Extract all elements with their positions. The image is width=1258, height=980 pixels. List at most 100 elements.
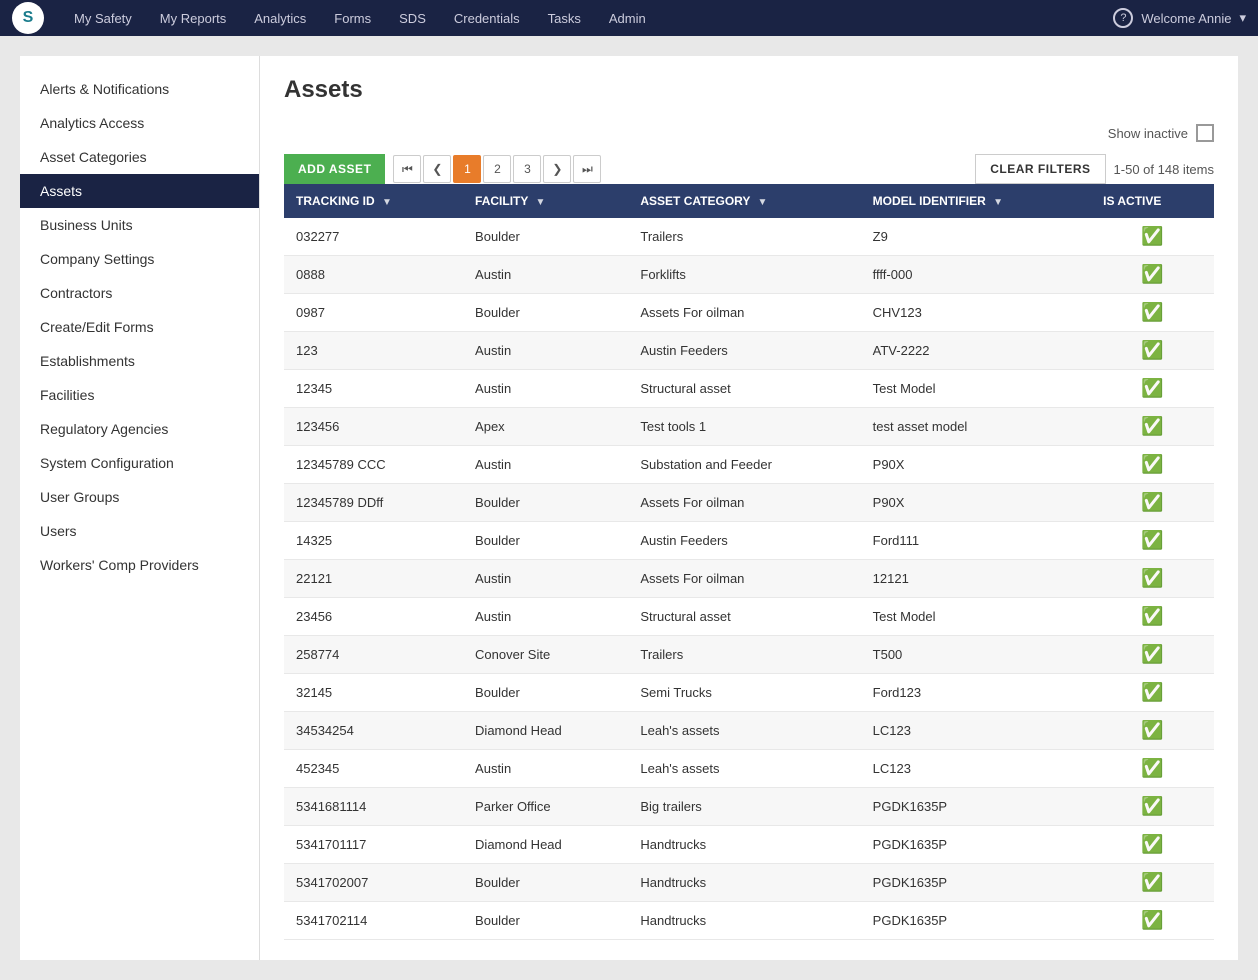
table-row[interactable]: 5341681114 Parker Office Big trailers PG… <box>284 788 1214 826</box>
facility-col-header[interactable]: FACILITY ▼ <box>463 184 628 218</box>
tracking-id-cell: 12345789 DDff <box>284 484 463 522</box>
page-button-3[interactable]: 3 <box>513 155 541 183</box>
page-button-2[interactable]: 2 <box>483 155 511 183</box>
facility-cell: Boulder <box>463 864 628 902</box>
page-title: Assets <box>284 76 1214 104</box>
table-row[interactable]: 258774 Conover Site Trailers T500 ✅ <box>284 636 1214 674</box>
active-check-icon: ✅ <box>1103 910 1202 931</box>
sidebar-item-user-groups[interactable]: User Groups <box>20 480 259 514</box>
is-active-col-header[interactable]: IS ACTIVE <box>1091 184 1214 218</box>
model-identifier-col-header[interactable]: MODEL IDENTIFIER ▼ <box>861 184 1092 218</box>
nav-link-credentials[interactable]: Credentials <box>440 0 534 36</box>
facility-cell: Boulder <box>463 218 628 256</box>
asset-category-cell: Handtrucks <box>628 902 860 940</box>
tracking-id-col-header[interactable]: TRACKING ID ▼ <box>284 184 463 218</box>
model-identifier-filter-icon[interactable]: ▼ <box>993 197 1003 208</box>
last-page-button[interactable]: ⏭ <box>573 155 601 183</box>
table-row[interactable]: 0987 Boulder Assets For oilman CHV123 ✅ <box>284 294 1214 332</box>
clear-filters-button[interactable]: CLEAR FILTERS <box>975 154 1105 184</box>
sidebar-item-users[interactable]: Users <box>20 514 259 548</box>
table-row[interactable]: 123 Austin Austin Feeders ATV-2222 ✅ <box>284 332 1214 370</box>
sidebar-item-company-settings[interactable]: Company Settings <box>20 242 259 276</box>
model-identifier-cell: 12121 <box>861 560 1092 598</box>
facility-cell: Apex <box>463 408 628 446</box>
facility-cell: Parker Office <box>463 788 628 826</box>
table-row[interactable]: 32145 Boulder Semi Trucks Ford123 ✅ <box>284 674 1214 712</box>
model-identifier-cell: Ford111 <box>861 522 1092 560</box>
sidebar-item-establishments[interactable]: Establishments <box>20 344 259 378</box>
asset-category-cell: Handtrucks <box>628 826 860 864</box>
table-row[interactable]: 123456 Apex Test tools 1 test asset mode… <box>284 408 1214 446</box>
next-page-button[interactable]: ❯ <box>543 155 571 183</box>
table-row[interactable]: 12345789 CCC Austin Substation and Feede… <box>284 446 1214 484</box>
active-check-icon: ✅ <box>1103 568 1202 589</box>
table-row[interactable]: 23456 Austin Structural asset Test Model… <box>284 598 1214 636</box>
table-row[interactable]: 12345789 DDff Boulder Assets For oilman … <box>284 484 1214 522</box>
main-container: Alerts & NotificationsAnalytics AccessAs… <box>0 36 1258 980</box>
facility-filter-icon[interactable]: ▼ <box>536 197 546 208</box>
sidebar-item-alerts-notifications[interactable]: Alerts & Notifications <box>20 72 259 106</box>
active-check-icon: ✅ <box>1103 644 1202 665</box>
is-active-cell: ✅ <box>1091 370 1214 408</box>
facility-cell: Austin <box>463 446 628 484</box>
nav-link-forms[interactable]: Forms <box>320 0 385 36</box>
facility-cell: Conover Site <box>463 636 628 674</box>
table-row[interactable]: 22121 Austin Assets For oilman 12121 ✅ <box>284 560 1214 598</box>
is-active-cell: ✅ <box>1091 712 1214 750</box>
active-check-icon: ✅ <box>1103 834 1202 855</box>
sidebar-item-contractors[interactable]: Contractors <box>20 276 259 310</box>
table-row[interactable]: 5341702007 Boulder Handtrucks PGDK1635P … <box>284 864 1214 902</box>
table-row[interactable]: 5341701117 Diamond Head Handtrucks PGDK1… <box>284 826 1214 864</box>
table-row[interactable]: 452345 Austin Leah's assets LC123 ✅ <box>284 750 1214 788</box>
sidebar-item-create-edit-forms[interactable]: Create/Edit Forms <box>20 310 259 344</box>
table-row[interactable]: 5341702114 Boulder Handtrucks PGDK1635P … <box>284 902 1214 940</box>
page-button-1[interactable]: 1 <box>453 155 481 183</box>
sidebar-item-regulatory-agencies[interactable]: Regulatory Agencies <box>20 412 259 446</box>
tracking-id-cell: 5341681114 <box>284 788 463 826</box>
nav-link-my-reports[interactable]: My Reports <box>146 0 240 36</box>
active-check-icon: ✅ <box>1103 720 1202 741</box>
toolbar: ADD ASSET ⏮ ❮ 1 2 3 ❯ ⏭ CLEAR FILTERS 1-… <box>284 154 1214 184</box>
asset-category-cell: Trailers <box>628 636 860 674</box>
nav-link-tasks[interactable]: Tasks <box>534 0 595 36</box>
first-page-button[interactable]: ⏮ <box>393 155 421 183</box>
asset-category-filter-icon[interactable]: ▼ <box>758 197 768 208</box>
add-asset-button[interactable]: ADD ASSET <box>284 154 385 184</box>
table-row[interactable]: 14325 Boulder Austin Feeders Ford111 ✅ <box>284 522 1214 560</box>
table-row[interactable]: 34534254 Diamond Head Leah's assets LC12… <box>284 712 1214 750</box>
active-check-icon: ✅ <box>1103 682 1202 703</box>
table-body: 032277 Boulder Trailers Z9 ✅ 0888 Austin… <box>284 218 1214 940</box>
sidebar-item-workers-comp-providers[interactable]: Workers' Comp Providers <box>20 548 259 582</box>
tracking-id-cell: 32145 <box>284 674 463 712</box>
nav-link-my-safety[interactable]: My Safety <box>60 0 146 36</box>
nav-link-admin[interactable]: Admin <box>595 0 660 36</box>
prev-page-button[interactable]: ❮ <box>423 155 451 183</box>
nav-link-sds[interactable]: SDS <box>385 0 440 36</box>
active-check-icon: ✅ <box>1103 872 1202 893</box>
is-active-cell: ✅ <box>1091 484 1214 522</box>
sidebar-item-analytics-access[interactable]: Analytics Access <box>20 106 259 140</box>
sidebar-item-business-units[interactable]: Business Units <box>20 208 259 242</box>
content-area: Assets Show inactive ADD ASSET ⏮ ❮ 1 2 3… <box>260 56 1238 960</box>
sidebar-item-system-configuration[interactable]: System Configuration <box>20 446 259 480</box>
table-row[interactable]: 032277 Boulder Trailers Z9 ✅ <box>284 218 1214 256</box>
asset-category-cell: Structural asset <box>628 370 860 408</box>
tracking-id-filter-icon[interactable]: ▼ <box>382 197 392 208</box>
is-active-cell: ✅ <box>1091 332 1214 370</box>
model-identifier-cell: T500 <box>861 636 1092 674</box>
asset-category-col-header[interactable]: ASSET CATEGORY ▼ <box>628 184 860 218</box>
sidebar-item-asset-categories[interactable]: Asset Categories <box>20 140 259 174</box>
sidebar-item-facilities[interactable]: Facilities <box>20 378 259 412</box>
help-icon[interactable]: ? <box>1113 8 1133 28</box>
table-row[interactable]: 12345 Austin Structural asset Test Model… <box>284 370 1214 408</box>
is-active-cell: ✅ <box>1091 218 1214 256</box>
table-row[interactable]: 0888 Austin Forklifts ffff-000 ✅ <box>284 256 1214 294</box>
dropdown-arrow-icon[interactable]: ▾ <box>1239 10 1246 26</box>
sidebar: Alerts & NotificationsAnalytics AccessAs… <box>20 56 260 960</box>
facility-cell: Austin <box>463 560 628 598</box>
sidebar-item-assets[interactable]: Assets <box>20 174 259 208</box>
is-active-cell: ✅ <box>1091 826 1214 864</box>
show-inactive-checkbox[interactable] <box>1196 124 1214 142</box>
nav-link-analytics[interactable]: Analytics <box>240 0 320 36</box>
asset-category-cell: Assets For oilman <box>628 484 860 522</box>
